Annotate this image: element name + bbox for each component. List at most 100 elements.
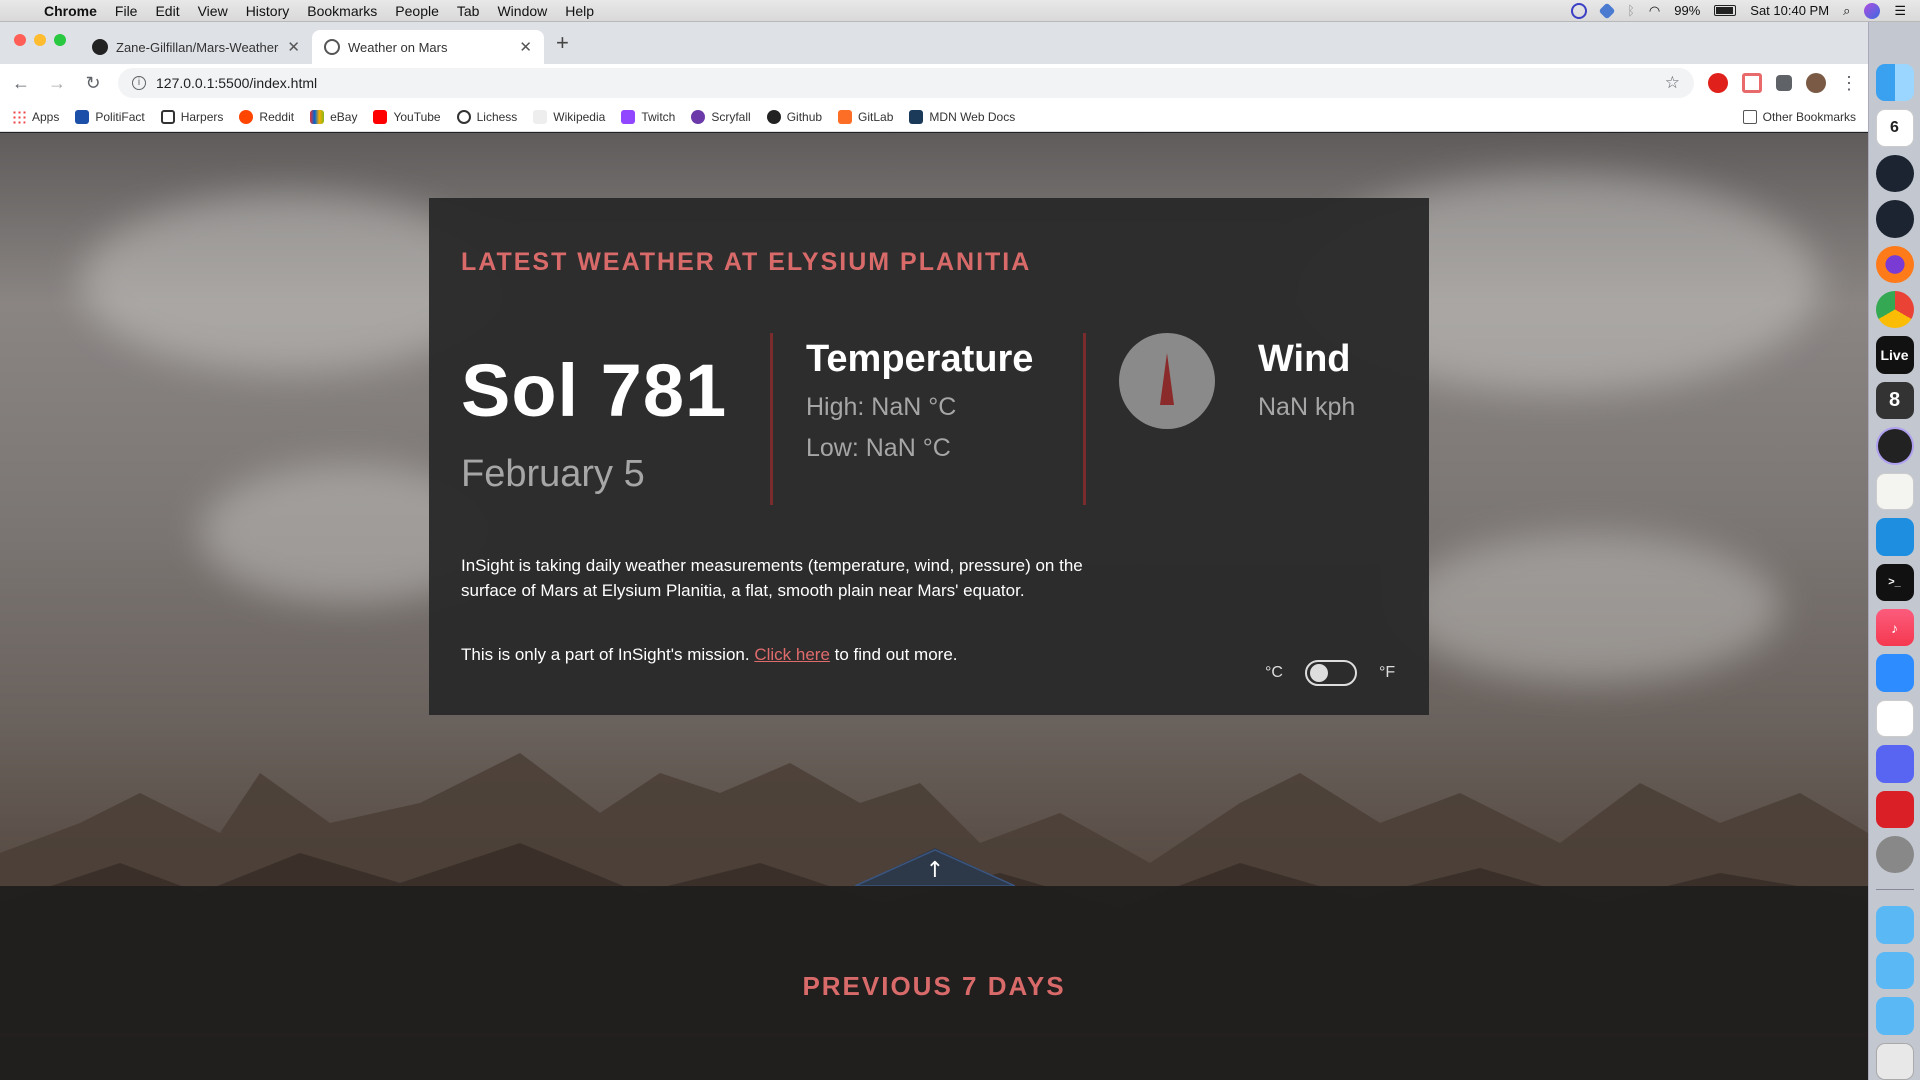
- new-tab-button[interactable]: +: [556, 30, 569, 56]
- siri-icon[interactable]: [1864, 2, 1881, 19]
- section-divider: [770, 333, 773, 505]
- menu-tab[interactable]: Tab: [457, 3, 480, 19]
- sync-icon[interactable]: [1571, 2, 1588, 19]
- notification-center-icon[interactable]: ☰: [1894, 3, 1906, 19]
- firefox-icon[interactable]: [1875, 245, 1914, 284]
- notes-icon[interactable]: [1875, 472, 1914, 511]
- close-tab-icon[interactable]: ✕: [287, 38, 300, 56]
- tab-title: Zane-Gilfillan/Mars-Weather-A: [116, 39, 280, 55]
- temperature-block: Temperature High: NaN °C Low: NaN °C: [806, 338, 1033, 463]
- mission-text: This is only a part of InSight's mission…: [461, 645, 958, 665]
- calendar-icon[interactable]: 6: [1875, 109, 1914, 147]
- address-bar[interactable]: i 127.0.0.1:5500/index.html ☆: [118, 68, 1694, 98]
- site-info-icon[interactable]: i: [132, 76, 146, 90]
- reddit-icon: [239, 109, 254, 124]
- slack-icon[interactable]: [1875, 699, 1914, 738]
- menubar-clock[interactable]: Sat 10:40 PM: [1750, 3, 1829, 18]
- menu-window[interactable]: Window: [497, 3, 547, 19]
- gitlab-icon: [838, 109, 853, 124]
- bookmark-apps[interactable]: Apps: [12, 109, 59, 124]
- unit-fahrenheit-label[interactable]: °F: [1379, 664, 1395, 682]
- tab-weather-on-mars[interactable]: Weather on Mars ✕: [312, 30, 544, 64]
- mission-link[interactable]: Click here: [754, 645, 830, 664]
- section-divider: [1083, 333, 1086, 505]
- vpn-app-icon[interactable]: [1875, 200, 1914, 238]
- mission-prefix: This is only a part of InSight's mission…: [461, 645, 750, 664]
- other-bookmarks[interactable]: Other Bookmarks: [1742, 109, 1856, 124]
- vpn-icon[interactable]: [1598, 2, 1616, 19]
- spotlight-search-icon[interactable]: ⌕: [1843, 3, 1850, 19]
- harpers-icon: [160, 109, 175, 124]
- menu-edit[interactable]: Edit: [155, 3, 179, 19]
- wind-title: Wind: [1258, 338, 1351, 380]
- bookmark-harpers[interactable]: Harpers: [160, 109, 223, 124]
- bookmark-lichess[interactable]: Lichess: [456, 109, 517, 124]
- applications-folder-icon[interactable]: [1875, 997, 1914, 1035]
- cast-extension-icon[interactable]: [1742, 73, 1762, 93]
- tab-github[interactable]: Zane-Gilfillan/Mars-Weather-A ✕: [80, 30, 312, 64]
- menu-view[interactable]: View: [198, 3, 228, 19]
- forward-button[interactable]: →: [46, 73, 68, 94]
- tab-title: Weather on Mars: [348, 39, 448, 55]
- zoom-icon[interactable]: [1875, 654, 1914, 692]
- back-button[interactable]: ←: [10, 73, 32, 94]
- terminal-icon[interactable]: >_: [1875, 563, 1914, 601]
- bookmark-reddit[interactable]: Reddit: [239, 109, 294, 124]
- trash-icon[interactable]: [1875, 1042, 1914, 1080]
- wind-direction-compass: [1119, 333, 1215, 429]
- bookmark-mdn[interactable]: MDN Web Docs: [909, 109, 1015, 124]
- discord-icon[interactable]: [1875, 745, 1914, 783]
- zoom-window-button[interactable]: [54, 34, 66, 46]
- profile-avatar[interactable]: [1806, 73, 1826, 93]
- bookmark-ebay[interactable]: eBay: [310, 109, 357, 124]
- menu-history[interactable]: History: [246, 3, 290, 19]
- reload-button[interactable]: ↻: [82, 73, 104, 94]
- documents-folder-icon[interactable]: [1875, 951, 1914, 990]
- eight-app-icon[interactable]: 8: [1875, 381, 1914, 420]
- bookmark-politifact[interactable]: PolitiFact: [75, 109, 145, 124]
- chrome-menu-icon[interactable]: ⋮: [1840, 73, 1858, 94]
- show-previous-button[interactable]: ↑: [855, 848, 1015, 886]
- obs-icon[interactable]: [1875, 427, 1914, 465]
- unit-celsius-label[interactable]: °C: [1265, 664, 1283, 682]
- bookmark-youtube[interactable]: YouTube: [373, 109, 441, 124]
- minimize-window-button[interactable]: [34, 34, 46, 46]
- music-icon[interactable]: ♪: [1875, 609, 1914, 647]
- battery-icon[interactable]: [1714, 5, 1737, 16]
- menu-file[interactable]: File: [115, 3, 138, 19]
- menu-people[interactable]: People: [395, 3, 439, 19]
- bookmark-star-icon[interactable]: ☆: [1665, 73, 1680, 93]
- folder-icon[interactable]: [1875, 906, 1914, 944]
- temperature-high: High: NaN °C: [806, 393, 957, 421]
- wind-speed: NaN kph: [1258, 393, 1356, 421]
- finder-icon[interactable]: [1875, 64, 1914, 102]
- bookmark-github[interactable]: Github: [766, 109, 822, 124]
- window-controls: [0, 34, 80, 46]
- menu-app-name[interactable]: Chrome: [44, 3, 97, 19]
- browser-toolbar: ← → ↻ i 127.0.0.1:5500/index.html ☆ ⋮: [0, 64, 1868, 102]
- vscode-icon[interactable]: [1875, 518, 1914, 556]
- bookmark-gitlab[interactable]: GitLab: [838, 109, 893, 124]
- menu-bookmarks[interactable]: Bookmarks: [307, 3, 377, 19]
- unit-switch[interactable]: [1304, 660, 1357, 686]
- opera-extension-icon[interactable]: [1708, 73, 1728, 93]
- bookmark-scryfall[interactable]: Scryfall: [691, 109, 751, 124]
- ableton-live-icon[interactable]: Live: [1875, 336, 1914, 374]
- wind-block: Wind NaN kph: [1258, 338, 1355, 422]
- close-window-button[interactable]: [14, 34, 26, 46]
- bookmark-twitch[interactable]: Twitch: [621, 109, 675, 124]
- extensions-puzzle-icon[interactable]: [1776, 75, 1792, 91]
- menu-help[interactable]: Help: [565, 3, 594, 19]
- latest-weather-card: Latest Weather at Elysium Planitia Sol 7…: [429, 198, 1429, 715]
- chrome-icon[interactable]: [1875, 291, 1914, 329]
- wifi-icon[interactable]: ◠: [1649, 3, 1660, 19]
- battery-percent: 99%: [1674, 3, 1701, 18]
- bookmark-wikipedia[interactable]: Wikipedia: [533, 109, 605, 124]
- globe-icon: [324, 39, 340, 55]
- github-icon: [766, 109, 781, 124]
- bluetooth-icon[interactable]: ᛒ: [1627, 3, 1635, 18]
- close-tab-icon[interactable]: ✕: [519, 38, 532, 56]
- creative-cloud-icon[interactable]: [1875, 790, 1914, 829]
- vpn-app-icon[interactable]: [1875, 154, 1914, 193]
- system-preferences-icon[interactable]: [1875, 836, 1914, 874]
